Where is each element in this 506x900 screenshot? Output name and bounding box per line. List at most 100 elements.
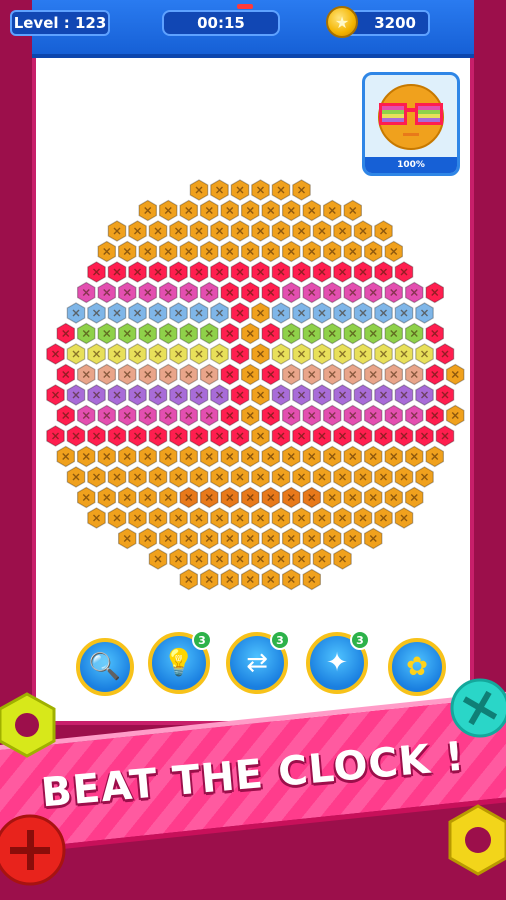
- nut-cell[interactable]: [261, 527, 280, 550]
- nut-cell[interactable]: [230, 425, 250, 447]
- nut-cell[interactable]: [159, 363, 178, 386]
- nut-cell[interactable]: [271, 261, 291, 283]
- nut-cell[interactable]: [282, 527, 301, 550]
- nut-cell[interactable]: [374, 220, 393, 242]
- nut-cell[interactable]: [97, 240, 117, 263]
- nut-cell[interactable]: [415, 466, 434, 488]
- nut-cell[interactable]: [405, 363, 424, 386]
- nut-cell[interactable]: [353, 384, 373, 406]
- nut-cell[interactable]: [87, 343, 106, 365]
- nut-cell[interactable]: [97, 404, 117, 427]
- nut-cell[interactable]: [76, 281, 96, 304]
- nut-cell[interactable]: [251, 220, 270, 242]
- nut-cell[interactable]: [312, 507, 332, 529]
- nut-cell[interactable]: [271, 384, 291, 406]
- nut-cell[interactable]: [66, 384, 86, 406]
- nut-cell[interactable]: [271, 507, 291, 529]
- nut-cell[interactable]: [251, 261, 270, 283]
- nut-cell[interactable]: [333, 548, 352, 570]
- nut-cell[interactable]: [353, 425, 373, 447]
- nut-cell[interactable]: [148, 343, 168, 365]
- nut-cell[interactable]: [425, 404, 444, 427]
- nut-cell[interactable]: [415, 384, 434, 406]
- nut-cell[interactable]: [364, 322, 383, 345]
- nut-cell[interactable]: [241, 322, 260, 345]
- nut-cell[interactable]: [271, 179, 291, 201]
- nut-cell[interactable]: [292, 548, 311, 570]
- nut-cell[interactable]: [323, 363, 342, 386]
- nut-cell[interactable]: [353, 261, 373, 283]
- nut-cell[interactable]: [117, 322, 137, 345]
- nut-cell[interactable]: [394, 261, 414, 283]
- nut-cell[interactable]: [435, 343, 455, 365]
- nut-cell[interactable]: [251, 425, 270, 447]
- nut-cell[interactable]: [323, 404, 342, 427]
- nut-cell[interactable]: [128, 466, 147, 488]
- nut-cell[interactable]: [435, 384, 455, 406]
- nut-cell[interactable]: [446, 404, 465, 427]
- nut-cell[interactable]: [87, 425, 106, 447]
- nut-cell[interactable]: [97, 486, 117, 509]
- nut-cell[interactable]: [241, 240, 260, 263]
- nut-cell[interactable]: [128, 261, 147, 283]
- nut-cell[interactable]: [302, 281, 321, 304]
- nut-cell[interactable]: [415, 302, 434, 324]
- nut-cell[interactable]: [138, 363, 157, 386]
- nut-cell[interactable]: [138, 445, 157, 468]
- nut-cell[interactable]: [138, 322, 157, 345]
- nut-cell[interactable]: [425, 445, 444, 468]
- nut-cell[interactable]: [312, 466, 332, 488]
- nut-cell[interactable]: [76, 486, 96, 509]
- nut-cell[interactable]: [364, 281, 383, 304]
- nut-cell[interactable]: [343, 363, 362, 386]
- nut-cell[interactable]: [210, 425, 229, 447]
- nut-cell[interactable]: [169, 425, 188, 447]
- nut-cell[interactable]: [405, 281, 424, 304]
- nut-cell[interactable]: [210, 466, 229, 488]
- nut-cell[interactable]: [87, 302, 106, 324]
- nut-cell[interactable]: [343, 281, 362, 304]
- nut-cell[interactable]: [292, 179, 311, 201]
- nut-cell[interactable]: [261, 199, 280, 222]
- nut-cell[interactable]: [343, 486, 362, 509]
- nut-cell[interactable]: [343, 404, 362, 427]
- nut-cell[interactable]: [169, 548, 188, 570]
- nut-cell[interactable]: [148, 384, 168, 406]
- nut-cell[interactable]: [292, 384, 311, 406]
- nut-cell[interactable]: [46, 425, 65, 447]
- nut-cell[interactable]: [200, 445, 219, 468]
- nut-cell[interactable]: [251, 302, 270, 324]
- nut-cell[interactable]: [117, 486, 137, 509]
- nut-cell[interactable]: [282, 404, 301, 427]
- nut-cell[interactable]: [189, 384, 209, 406]
- nut-cell[interactable]: [148, 261, 168, 283]
- nut-cell[interactable]: [76, 322, 96, 345]
- nut-cell[interactable]: [200, 363, 219, 386]
- nut-cell[interactable]: [261, 240, 280, 263]
- nut-cell[interactable]: [220, 281, 239, 304]
- nut-cell[interactable]: [230, 384, 250, 406]
- nut-cell[interactable]: [271, 302, 291, 324]
- nut-cell[interactable]: [179, 527, 198, 550]
- nut-cell[interactable]: [446, 363, 465, 386]
- nut-cell[interactable]: [241, 486, 260, 509]
- nut-cell[interactable]: [333, 425, 352, 447]
- nut-cell[interactable]: [46, 343, 65, 365]
- nut-cell[interactable]: [323, 527, 342, 550]
- nut-cell[interactable]: [251, 466, 270, 488]
- nut-cell[interactable]: [159, 445, 178, 468]
- nut-cell[interactable]: [148, 466, 168, 488]
- nut-cell[interactable]: [230, 466, 250, 488]
- nut-cell[interactable]: [302, 240, 321, 263]
- nut-cell[interactable]: [169, 343, 188, 365]
- nut-cell[interactable]: [107, 343, 127, 365]
- nut-cell[interactable]: [374, 466, 393, 488]
- nut-cell[interactable]: [128, 384, 147, 406]
- nut-cell[interactable]: [435, 425, 455, 447]
- hint-tool[interactable]: 💡 3: [148, 630, 212, 694]
- nut-cell[interactable]: [200, 322, 219, 345]
- nut-cell[interactable]: [117, 281, 137, 304]
- nut-cell[interactable]: [76, 363, 96, 386]
- nut-cell[interactable]: [384, 281, 403, 304]
- nut-cell[interactable]: [374, 302, 393, 324]
